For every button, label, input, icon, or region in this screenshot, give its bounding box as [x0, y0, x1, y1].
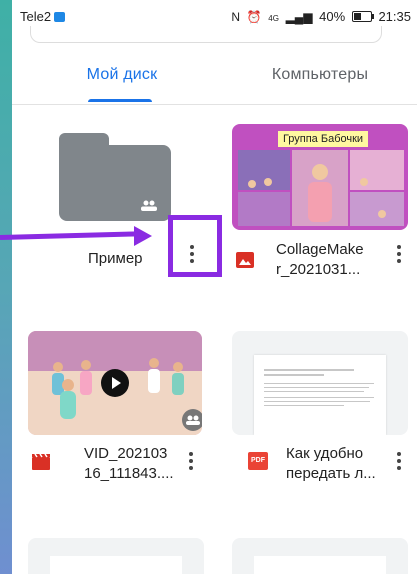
play-icon[interactable]	[101, 369, 129, 397]
search-bar-edge[interactable]	[30, 26, 382, 43]
shared-people-icon	[141, 200, 157, 211]
file-name-line: передать л...	[286, 465, 376, 482]
file-thumbnail-partial[interactable]	[28, 538, 204, 574]
nfc-icon: N	[231, 10, 241, 24]
active-tab-indicator	[88, 99, 152, 102]
more-options-icon[interactable]	[396, 452, 402, 472]
network-label: 4G	[268, 14, 279, 23]
file-name-line: r_2021031...	[276, 261, 361, 278]
status-right: N ⏰ 4G ▂▄▆ 40% 21:35	[231, 9, 411, 24]
signal-icon: ▂▄▆	[285, 10, 313, 24]
battery-percent: 40%	[319, 9, 346, 24]
clock: 21:35	[378, 9, 411, 24]
image-file-icon	[236, 252, 254, 268]
alarm-icon: ⏰	[246, 10, 262, 24]
file-name-line: VID_202103	[84, 445, 168, 462]
file-name-pdf[interactable]: Как удобно передать л...	[286, 444, 376, 484]
carrier-label: Tele2	[20, 9, 66, 24]
video-thumbnail[interactable]	[28, 331, 202, 435]
more-options-icon[interactable]	[396, 245, 402, 265]
more-options-icon[interactable]	[188, 452, 194, 472]
carrier-text: Tele2	[20, 9, 52, 24]
sim-icon	[54, 12, 66, 22]
shared-folder-icon	[59, 145, 171, 221]
video-file-icon	[32, 454, 50, 470]
file-name-line: CollageMake	[276, 241, 364, 258]
collage-thumbnail[interactable]: Группа Бабочки	[232, 124, 408, 230]
status-bar: Tele2 N ⏰ 4G ▂▄▆ 40% 21:35	[12, 0, 417, 28]
tab-bar: Мой диск Компьютеры	[12, 52, 417, 105]
tab-computers[interactable]: Компьютеры	[250, 52, 390, 104]
file-name-collage[interactable]: CollageMake r_2021031...	[276, 240, 364, 280]
pdf-page-preview	[254, 355, 386, 435]
collage-banner: Группа Бабочки	[278, 131, 368, 147]
annotation-highlight-box	[168, 215, 222, 277]
file-thumbnail-partial[interactable]	[232, 538, 408, 574]
pdf-thumbnail[interactable]	[232, 331, 408, 435]
file-name-folder[interactable]: Пример	[88, 249, 143, 269]
drive-app: Tele2 N ⏰ 4G ▂▄▆ 40% 21:35 Мой диск Комп…	[12, 0, 417, 574]
file-name-line: Как удобно	[286, 445, 364, 462]
pdf-file-icon: PDF	[248, 452, 268, 470]
annotation-arrow-head	[134, 226, 152, 246]
file-name-video[interactable]: VID_202103 16_111843....	[84, 444, 174, 484]
file-name-line: 16_111843....	[84, 465, 174, 482]
tab-my-drive[interactable]: Мой диск	[52, 52, 192, 104]
battery-icon	[351, 11, 374, 22]
shared-people-icon	[182, 409, 202, 431]
